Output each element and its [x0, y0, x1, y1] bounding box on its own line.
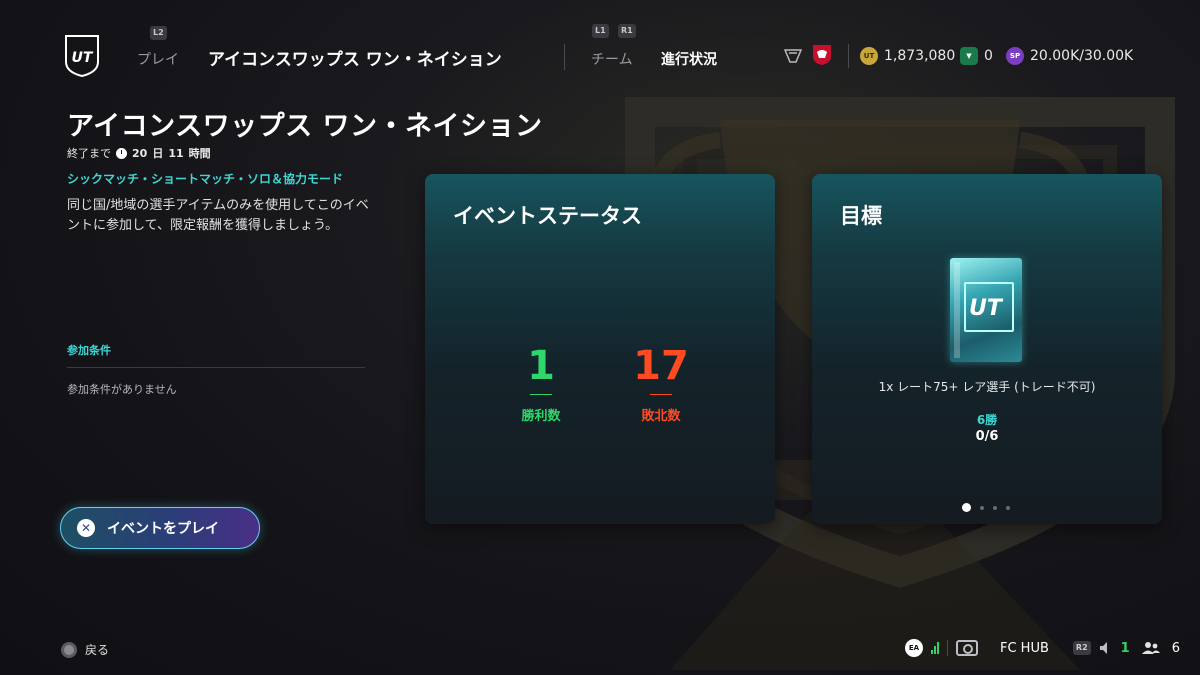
- reward-pack-icon: UT: [950, 258, 1022, 362]
- coins-value: 1,873,080: [884, 48, 956, 64]
- page-dot-4[interactable]: [1006, 505, 1010, 510]
- rank-badge-icon: [784, 49, 802, 63]
- ea-icon: EA: [905, 639, 923, 657]
- play-event-button[interactable]: ✕ イベントをプレイ: [60, 507, 260, 549]
- speaker-icon[interactable]: [1099, 641, 1113, 655]
- page-dot-1[interactable]: [962, 503, 971, 512]
- logo-text: UT: [72, 50, 94, 66]
- back-label: 戻る: [85, 643, 110, 657]
- losses-stat: 17 敗北数: [611, 344, 711, 424]
- nav-play-tab[interactable]: プレイ: [137, 49, 179, 69]
- page-dot-3[interactable]: [993, 505, 997, 510]
- requirements-heading: 参加条件: [67, 344, 111, 357]
- season-points-display: SP 20.00K/30.00K: [1006, 47, 1133, 65]
- nav-current-title: アイコンスワップス ワン・ネイション: [208, 50, 502, 70]
- nav-progress-tab[interactable]: 進行状況: [661, 49, 717, 69]
- friends-count: 6: [1171, 640, 1180, 656]
- play-event-label: イベントをプレイ: [107, 521, 219, 537]
- l1-button-hint: L1: [592, 24, 609, 38]
- days-unit: 日: [152, 147, 164, 160]
- ends-label: 終了まで: [67, 147, 111, 160]
- sp-value: 20.00K/30.00K: [1030, 48, 1134, 64]
- footer-divider: [947, 640, 948, 656]
- wins-stat: 1 勝利数: [491, 344, 591, 424]
- friends-icon[interactable]: [1141, 641, 1160, 655]
- page-indicator: [962, 503, 1010, 512]
- time-remaining: 終了まで 20 日 11 時間: [67, 145, 211, 161]
- points-value: 0: [984, 48, 993, 64]
- camera-icon[interactable]: [956, 640, 978, 656]
- cross-button-icon: ✕: [77, 519, 95, 537]
- coin-icon: UT: [860, 47, 878, 65]
- page-dot-2[interactable]: [980, 505, 984, 510]
- match-modes: シックマッチ・ショートマッチ・ソロ＆協力モード: [67, 172, 344, 186]
- club-crest-icon[interactable]: [812, 44, 832, 66]
- points-display: ▼ 0: [960, 47, 993, 65]
- requirements-text: 参加条件がありません: [67, 383, 177, 396]
- circle-button-icon: [61, 641, 77, 658]
- wins-underline: [530, 394, 552, 395]
- l2-button-hint: L2: [150, 26, 167, 40]
- hours-value: 11: [168, 146, 184, 160]
- pack-logo-text: UT: [969, 296, 1002, 321]
- days-value: 20: [132, 146, 148, 160]
- coins-display: UT 1,873,080: [860, 47, 955, 65]
- status-card-title: イベントステータス: [453, 204, 642, 228]
- signal-bars-icon: [931, 642, 939, 654]
- event-description: 同じ国/地域の選手アイテムのみを使用してこのイベントに参加して、限定報酬を獲得し…: [67, 198, 369, 233]
- losses-label: 敗北数: [641, 409, 681, 424]
- currency-divider: [848, 44, 849, 68]
- back-button[interactable]: 戻る: [61, 641, 109, 658]
- page-title: アイコンスワップス ワン・ネイション: [67, 111, 543, 142]
- ut-logo-icon: UT: [65, 35, 99, 78]
- fc-points-icon: ▼: [960, 47, 978, 65]
- objective-progress: 0/6: [975, 429, 999, 444]
- wins-required: 6勝: [976, 413, 998, 427]
- objective-card-title: 目標: [840, 204, 882, 228]
- wins-value: 1: [527, 343, 555, 389]
- reward-description: 1x レート75+ レア選手 (トレード不可): [878, 380, 1096, 394]
- objective-card[interactable]: 目標 UT 1x レート75+ レア選手 (トレード不可) 6勝 0/6: [812, 174, 1162, 524]
- nav-divider: [564, 44, 565, 70]
- nav-team-tab[interactable]: チーム: [591, 49, 633, 69]
- footer-status: EA FC HUB R2 1 6: [905, 636, 1180, 660]
- losses-underline: [650, 394, 672, 395]
- hours-unit: 時間: [188, 147, 211, 160]
- losses-value: 17: [633, 343, 689, 389]
- event-status-card: イベントステータス 1 勝利数 17 敗北数: [425, 174, 775, 524]
- r2-button-hint: R2: [1072, 641, 1091, 655]
- timer-icon: [116, 147, 127, 159]
- wins-label: 勝利数: [521, 409, 561, 424]
- requirements-divider: [67, 367, 365, 368]
- r1-button-hint: R1: [618, 24, 636, 38]
- voice-count: 1: [1120, 640, 1130, 656]
- fc-hub-label[interactable]: FC HUB: [1000, 641, 1049, 656]
- sp-icon: SP: [1006, 47, 1024, 65]
